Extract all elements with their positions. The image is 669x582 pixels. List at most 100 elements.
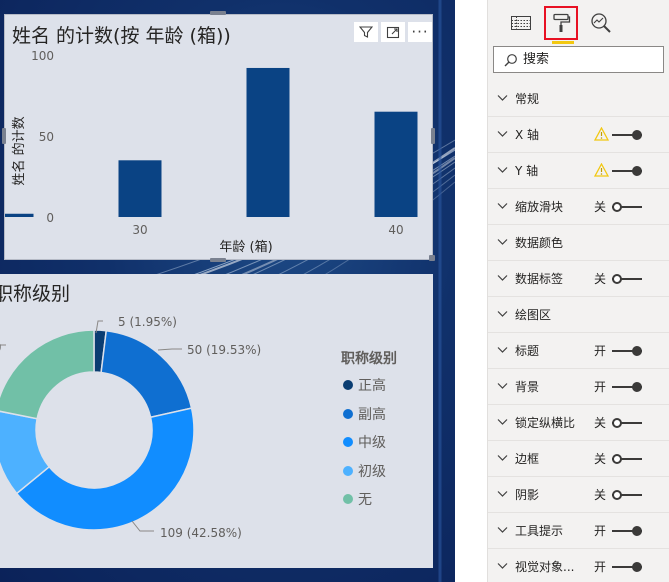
- chevron-down-icon: [497, 203, 508, 209]
- format-section[interactable]: 锁定纵横比 关: [488, 405, 669, 441]
- format-section[interactable]: Y 轴: [488, 153, 669, 189]
- format-section[interactable]: 数据标签 关: [488, 261, 669, 297]
- chevron-down-icon: [497, 311, 508, 317]
- donut-chart-visual[interactable]: 职称级别 5 (1.95%) 50 (19.53%) 109 (42.58%) …: [0, 274, 433, 568]
- legend-item[interactable]: 中级: [341, 428, 397, 457]
- search-icon: [504, 53, 518, 67]
- visualizations-pane: 常规X 轴Y 轴缩放滑块关数据颜色数据标签关绘图区标题开背景开锁定纵横比关边框关…: [487, 0, 669, 582]
- legend-marker: [343, 494, 353, 505]
- donut-slice-4[interactable]: [0, 329, 95, 420]
- format-section[interactable]: 背景 开: [488, 369, 669, 405]
- format-section[interactable]: 数据颜色: [488, 225, 669, 261]
- toggle-knob: [612, 418, 622, 428]
- toggle-switch[interactable]: [612, 382, 642, 392]
- toggle-switch[interactable]: [612, 274, 642, 284]
- donut-legend: 职称级别 正高 副高 中级 初级无: [341, 348, 397, 514]
- format-section[interactable]: 绘图区: [488, 297, 669, 333]
- legend-item[interactable]: 初级: [341, 457, 397, 486]
- legend-item[interactable]: 无: [341, 485, 397, 514]
- format-section[interactable]: 常规: [488, 81, 669, 117]
- warning-icon: [594, 163, 609, 177]
- format-section[interactable]: 视觉对象... 开: [488, 549, 669, 582]
- toggle-state-label: 开: [594, 344, 607, 358]
- toggle-switch[interactable]: [612, 418, 642, 428]
- toggle-knob: [632, 166, 642, 176]
- legend-marker: [343, 380, 353, 391]
- legend-marker: [343, 437, 353, 448]
- legend-label: 中级: [358, 435, 386, 452]
- toggle-knob: [612, 490, 622, 500]
- resize-handle-right[interactable]: [431, 128, 435, 144]
- tab-format[interactable]: [544, 6, 578, 44]
- tab-analytics[interactable]: [584, 6, 618, 40]
- chevron-down-icon: [497, 239, 508, 245]
- toggle-knob: [632, 130, 642, 140]
- legend-item[interactable]: 副高: [341, 400, 397, 429]
- tab-fields[interactable]: [504, 6, 538, 40]
- toggle-knob: [632, 346, 642, 356]
- toggle-knob: [612, 274, 622, 284]
- toggle-switch[interactable]: [612, 202, 642, 212]
- bar-30[interactable]: [118, 160, 162, 217]
- format-section[interactable]: 工具提示 开: [488, 513, 669, 549]
- chevron-down-icon: [497, 95, 508, 101]
- section-label: 背景: [515, 380, 540, 394]
- format-section[interactable]: X 轴: [488, 117, 669, 153]
- toggle-knob: [612, 202, 622, 212]
- legend-label: 初级: [358, 463, 386, 480]
- y-axis-title: 姓名 的计数: [11, 116, 27, 185]
- toggle-knob: [632, 562, 642, 572]
- section-label: 常规: [515, 92, 540, 106]
- donut-slice-1[interactable]: [100, 329, 193, 419]
- toggle-switch[interactable]: [612, 490, 642, 500]
- toggle-switch[interactable]: [612, 454, 642, 464]
- toggle-switch[interactable]: [612, 130, 642, 140]
- toggle-switch[interactable]: [612, 562, 642, 572]
- section-label: 数据标签: [515, 272, 564, 286]
- chevron-down-icon: [497, 167, 508, 173]
- y-tick-label: 0: [46, 211, 54, 225]
- y-tick-label: 100: [31, 49, 54, 63]
- section-label: 阴影: [515, 488, 540, 502]
- toggle-knob: [632, 382, 642, 392]
- toggle-switch[interactable]: [612, 526, 642, 536]
- resize-handle-top[interactable]: [210, 11, 226, 15]
- toggle-switch[interactable]: [612, 346, 642, 356]
- toggle-switch[interactable]: [612, 166, 642, 176]
- section-label: Y 轴: [515, 164, 539, 178]
- bar-25[interactable]: [5, 213, 34, 217]
- toggle-state-label: 开: [594, 380, 607, 394]
- toggle-state-label: 关: [594, 416, 607, 430]
- search-input[interactable]: [523, 52, 643, 67]
- format-section[interactable]: 缩放滑块 关: [488, 189, 669, 225]
- legend-label: 副高: [358, 406, 386, 423]
- bar-35[interactable]: [246, 67, 290, 218]
- data-label-fugao: 50 (19.53%): [187, 343, 261, 357]
- warning-icon: [594, 127, 609, 141]
- chevron-down-icon: [497, 419, 508, 425]
- resize-handle-left[interactable]: [2, 128, 6, 144]
- data-label-zhongji: 109 (42.58%): [160, 526, 242, 540]
- toggle-state-label: 关: [594, 452, 607, 466]
- bar-40[interactable]: [374, 111, 418, 217]
- format-section[interactable]: 阴影 关: [488, 477, 669, 513]
- toggle-state-label: 开: [594, 524, 607, 538]
- resize-handle-bottom[interactable]: [210, 258, 226, 262]
- active-tab-underline: [552, 41, 574, 44]
- legend-marker: [343, 465, 353, 476]
- section-label: X 轴: [515, 128, 540, 142]
- format-section[interactable]: 边框 关: [488, 441, 669, 477]
- format-section[interactable]: 标题 开: [488, 333, 669, 369]
- toggle-state-label: 关: [594, 488, 607, 502]
- bar-chart-visual[interactable]: 姓名 的计数(按 年龄 (箱)) ··· 050100 304050 姓名 的计…: [4, 14, 433, 260]
- resize-handle-corner[interactable]: [429, 255, 435, 261]
- legend-item[interactable]: 正高: [341, 371, 397, 400]
- legend-label: 无: [358, 492, 372, 509]
- toggle-knob: [612, 454, 622, 464]
- report-canvas[interactable]: 姓名 的计数(按 年龄 (箱)) ··· 050100 304050 姓名 的计…: [0, 0, 455, 582]
- x-axis-title: 年龄 (箱): [219, 239, 272, 255]
- analytics-magnifier-icon: [591, 13, 611, 33]
- chevron-down-icon: [497, 491, 508, 497]
- search-box[interactable]: [493, 46, 664, 73]
- x-tick-label: 30: [132, 223, 147, 237]
